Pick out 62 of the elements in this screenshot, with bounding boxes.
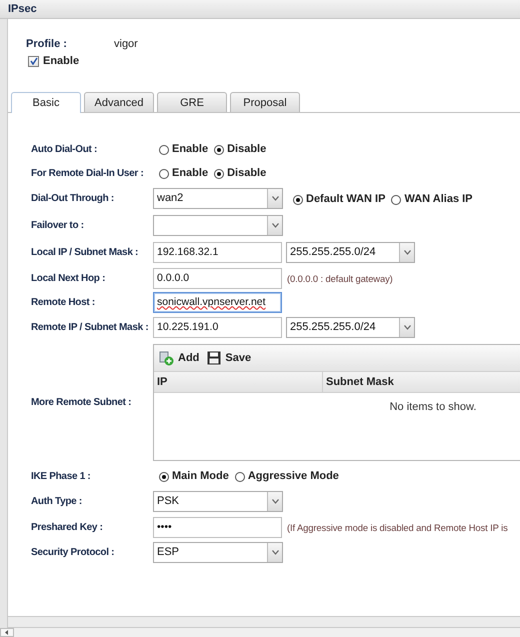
- radio-label: Default WAN IP: [306, 192, 386, 204]
- caret-icon: [272, 499, 278, 504]
- radio-label: WAN Alias IP: [404, 192, 473, 204]
- text-field[interactable]: sonicwall.vpnserver.net: [153, 292, 282, 312]
- field-label: More Remote Subnet :: [31, 397, 132, 408]
- tab[interactable]: Advanced: [84, 92, 154, 112]
- field-label: IKE Phase 1 :: [31, 470, 92, 482]
- dropdown[interactable]: PSK: [153, 491, 283, 512]
- add-button[interactable]: Add: [159, 350, 200, 366]
- dropdown[interactable]: wan2: [153, 188, 283, 209]
- radio-button[interactable]: [159, 169, 169, 179]
- field-label: Failover to :: [31, 220, 85, 231]
- tab[interactable]: Basic: [11, 92, 81, 113]
- radio-button[interactable]: [391, 194, 402, 204]
- column-header[interactable]: Subnet Mask: [323, 372, 397, 392]
- add-icon: [159, 350, 174, 366]
- field-label: Remote Host :: [31, 296, 96, 308]
- field-label: Auth Type :: [31, 496, 83, 507]
- field-label: Dial-Out Through :: [31, 193, 115, 204]
- caret-icon: [272, 196, 278, 201]
- caret-icon: [404, 250, 410, 255]
- dropdown[interactable]: ESP: [153, 542, 283, 563]
- text-field[interactable]: 10.225.191.0: [153, 317, 282, 338]
- caret-icon: [272, 550, 278, 555]
- caret-icon: [272, 223, 278, 228]
- radio-button[interactable]: [214, 145, 224, 155]
- radio-label: Enable: [172, 143, 208, 155]
- radio-label: Aggressive Mode: [248, 470, 339, 482]
- dropdown[interactable]: 255.255.255.0/24: [286, 242, 415, 263]
- radio-button[interactable]: [234, 472, 245, 482]
- hint-text: (If Aggressive mode is disabled and Remote Host IP is: [287, 522, 508, 532]
- field-label: Local IP / Subnet Mask :: [31, 247, 140, 258]
- radio-button[interactable]: [159, 145, 169, 155]
- field-label: Local Next Hop :: [31, 272, 106, 284]
- radio-label: Main Mode: [172, 470, 229, 482]
- field-label: Auto Dial-Out :: [31, 144, 98, 154]
- radio-label: Disable: [227, 143, 266, 155]
- text-field[interactable]: 0.0.0.0: [153, 268, 282, 288]
- text-field[interactable]: 192.168.32.1: [153, 242, 282, 263]
- checkbox[interactable]: [28, 56, 39, 66]
- field-label: Preshared Key :: [31, 522, 104, 532]
- field-label: Profile :: [26, 38, 68, 50]
- radio-button[interactable]: [214, 169, 224, 179]
- radio-button[interactable]: [159, 472, 169, 482]
- save-button[interactable]: Save: [207, 351, 252, 365]
- dropdown[interactable]: 255.255.255.0/24: [286, 317, 415, 338]
- field-label: For Remote Dial-In User :: [31, 168, 145, 178]
- hint-text: (0.0.0.0 : default gateway): [287, 272, 393, 284]
- radio-label: Disable: [227, 167, 266, 179]
- tab[interactable]: GRE: [157, 92, 227, 112]
- field-label: Remote IP / Subnet Mask :: [31, 322, 150, 333]
- column-header[interactable]: IP: [154, 372, 323, 392]
- text-field[interactable]: ••••: [153, 516, 282, 538]
- profile-name: vigor: [114, 38, 138, 50]
- radio-label: Enable: [172, 167, 208, 179]
- checkbox-label: Enable: [43, 55, 80, 67]
- caret-icon: [404, 325, 410, 330]
- radio-button[interactable]: [293, 194, 303, 204]
- field-label: Security Protocol :: [31, 547, 116, 558]
- tab[interactable]: Proposal: [230, 92, 300, 112]
- empty-message: No items to show.: [390, 401, 476, 415]
- window-title: IPsec: [8, 3, 37, 15]
